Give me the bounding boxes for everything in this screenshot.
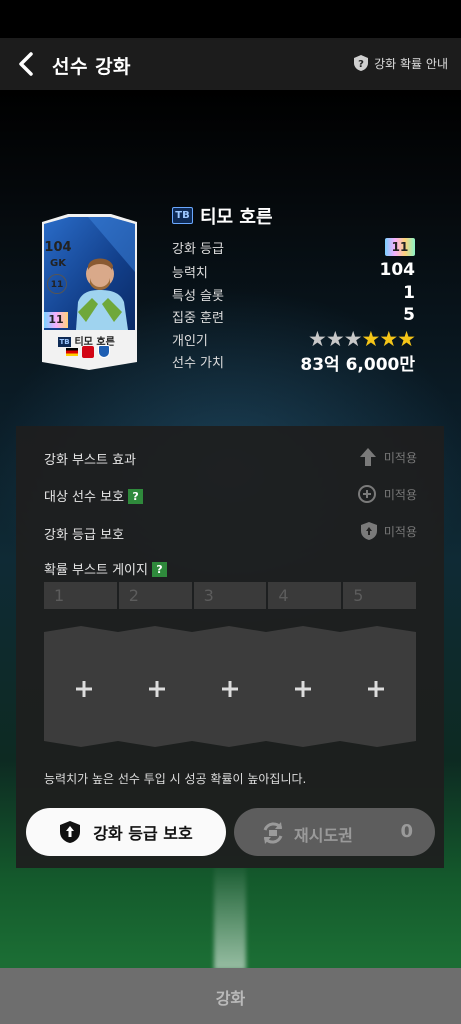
stat-label: 선수 가치 [172,356,224,371]
star-icon: ★ [325,327,345,351]
grade-protect-status[interactable]: 미적용 [360,521,417,541]
stat-row-training: 집중 훈련 5 [172,305,415,329]
gauge-cell: 2 [118,582,192,609]
grade-protect-button[interactable]: 강화 등급 보호 [26,808,226,856]
stat-row-ability: 능력치 104 [172,260,416,284]
card-ovr: 104 [44,240,72,255]
add-slot-4[interactable] [293,679,313,699]
add-slot-5[interactable] [366,679,386,699]
header-bar: 선수 강화 ? 강화 확률 안내 [0,38,461,90]
stat-row-slot: 특성 슬롯 1 [172,283,415,307]
stat-label: 개인기 [172,334,208,349]
target-protect-row: 대상 선수 보호? [44,486,144,505]
stat-row-grade: 강화 등급 11 [172,238,415,260]
stat-row-skill: 개인기 ★★★★★★ [172,327,416,352]
svg-text:?: ? [358,59,364,70]
retry-icon [263,822,283,844]
gauge-label: 확률 부스트 게이지 [44,563,148,578]
player-name: 티모 호른 [200,207,273,228]
page-title: 선수 강화 [52,56,132,78]
probability-gauge: 1 2 3 4 5 [44,582,416,609]
stat-value: 5 [403,305,415,325]
enhance-probability-button[interactable]: ? 강화 확률 안내 [353,54,448,72]
enhance-button-label: 강화 [215,989,246,1008]
stat-label: 특성 슬롯 [172,289,224,304]
boost-effect-label: 강화 부스트 효과 [44,453,136,468]
club-crest-icon [98,345,110,358]
gauge-cell: 4 [268,582,342,609]
gauge-cell: 3 [193,582,267,609]
back-button[interactable] [14,50,40,78]
star-icon: ★ [343,327,363,351]
card-grade-circle: 11 [47,274,67,294]
bundesliga-icon [82,346,94,358]
season-badge-wrap: TB [172,205,193,224]
retry-ticket-button[interactable]: 재시도권 0 [234,808,435,856]
card-position: GK [50,258,66,269]
gauge-cell: 5 [343,582,416,609]
stat-label: 집중 훈련 [172,311,224,326]
retry-ticket-label: 재시도권 [294,826,353,845]
stat-row-value: 선수 가치 83억 6,000만 [172,352,415,375]
boost-effect-status[interactable]: 미적용 [358,447,417,467]
stat-value: 83억 6,000만 [300,355,415,375]
material-slots [44,624,416,749]
add-slot-2[interactable] [147,679,167,699]
success-note: 능력치가 높은 선수 투입 시 성공 확률이 높아집니다. [44,772,307,786]
enhance-button[interactable]: 강화 [0,968,461,1024]
status-bar [0,0,461,38]
player-card[interactable]: 104 GK 11 11 TB 티모 호른 [38,212,141,372]
card-level-badge: 11 [44,312,68,328]
add-player-icon [357,485,376,503]
shield-help-icon: ? [354,55,369,71]
help-icon[interactable]: ? [151,562,167,577]
stat-value: 104 [379,260,416,280]
gauge-row: 확률 부스트 게이지? [44,559,167,578]
star-icon: ★ [308,327,327,351]
grade-protect-label: 강화 등급 보호 [44,528,125,543]
gauge-cell: 1 [44,582,117,609]
target-protect-label: 대상 선수 보호 [44,490,125,505]
skill-stars: ★★★★★★ [308,327,416,351]
stat-label: 강화 등급 [172,242,224,257]
chevron-left-icon [19,52,33,76]
card-season-badge: TB [58,337,71,347]
stat-label: 능력치 [172,266,208,281]
shield-icon [360,522,377,540]
germany-flag-icon [66,348,78,356]
retry-ticket-count: 0 [400,821,413,842]
star-icon: ★ [397,327,416,351]
stat-value: 1 [403,283,415,303]
grade-protect-button-label: 강화 등급 보호 [93,824,193,843]
help-label: 강화 확률 안내 [374,56,448,71]
help-icon[interactable]: ? [128,489,144,504]
shield-arrow-icon [60,821,81,843]
pitch-line [214,860,246,970]
add-slot-3[interactable] [220,679,240,699]
add-slot-1[interactable] [74,679,94,699]
season-badge: TB [172,207,193,224]
arrow-up-icon [359,448,376,466]
grade-badge: 11 [385,238,415,256]
star-icon: ★ [361,327,381,351]
target-protect-status[interactable]: 미적용 [356,484,417,504]
star-icon: ★ [379,327,398,351]
